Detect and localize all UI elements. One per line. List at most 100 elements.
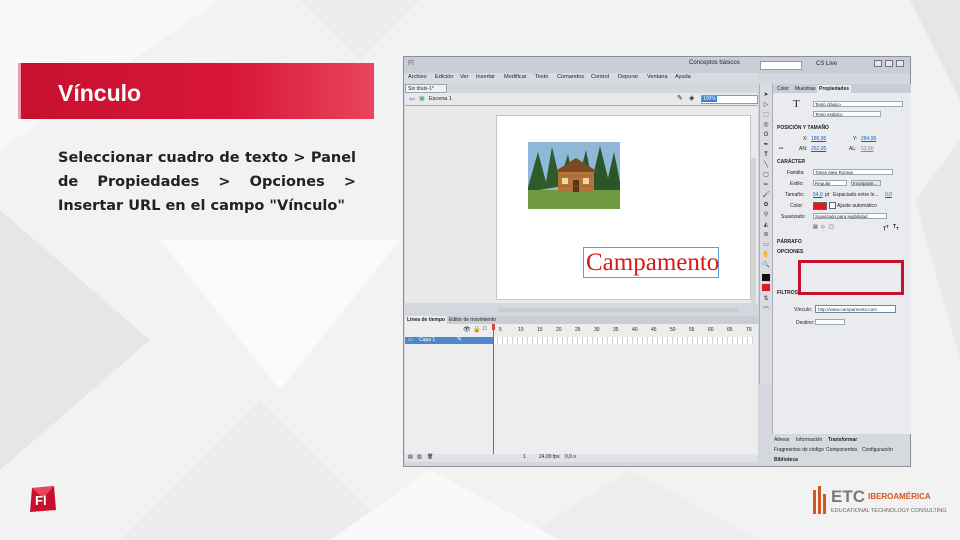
subscript-icon[interactable]: TT (893, 224, 899, 231)
tab-transform[interactable]: Transformar (828, 437, 857, 443)
section-character[interactable]: CARÁCTER (777, 159, 805, 165)
edit-symbol-icon[interactable]: ◈ (689, 94, 694, 102)
target-select[interactable] (815, 319, 845, 325)
selected-text-box[interactable]: Campamento (583, 247, 719, 278)
text-type-select[interactable]: Texto estático (813, 111, 881, 117)
edit-scene-icon[interactable]: ✎ (677, 94, 683, 102)
layer-row[interactable]: ▭ Capa 1 ✎ (405, 337, 493, 344)
zoom-select[interactable]: 100% (701, 95, 758, 104)
eye-icon[interactable]: 👁 (463, 326, 471, 333)
subselection-tool-icon[interactable]: ▷ (762, 102, 770, 109)
tab-motion-editor[interactable]: Editor de movimiento (447, 316, 498, 324)
tab-swatches[interactable]: Muestras (793, 85, 818, 93)
rectangle-tool-icon[interactable]: ▢ (762, 172, 770, 179)
text-tool-icon[interactable]: T (762, 152, 770, 159)
embed-button[interactable]: Incorporar... (851, 180, 881, 186)
zoom-tool-icon[interactable]: 🔍 (762, 262, 770, 269)
section-options[interactable]: OPCIONES (777, 249, 803, 255)
document-tab[interactable]: Sin título-1* (405, 84, 447, 93)
tab-info[interactable]: Información (796, 437, 822, 443)
lock-icon[interactable]: 🔒 (473, 326, 480, 333)
menu-comandos[interactable]: Comandos (557, 74, 584, 80)
stroke-color-swatch[interactable] (762, 274, 770, 281)
text-color-swatch[interactable] (813, 202, 827, 210)
section-paragraph[interactable]: PÁRRAFO (777, 239, 802, 245)
menu-ayuda[interactable]: Ayuda (675, 74, 691, 80)
frames-row[interactable] (493, 337, 753, 344)
selectable-icon[interactable]: ▤ (813, 224, 818, 230)
layer-name: Capa 1 (419, 337, 436, 343)
spacing-label: Espaciado entre le... (833, 192, 879, 198)
panel-tabs: Color Muestras Propiedades (773, 84, 911, 93)
bone-tool-icon[interactable]: ⚲ (762, 212, 770, 219)
eraser-tool-icon[interactable]: ▭ (762, 242, 770, 249)
smoothing-select[interactable]: Suavizado para legibilidad (813, 213, 887, 219)
x-value[interactable]: 186,95 (811, 136, 826, 142)
hand-tool-icon[interactable]: ✋ (762, 252, 770, 259)
spacing-value[interactable]: 0,0 (885, 192, 892, 198)
superscript-icon[interactable]: TT (883, 224, 889, 233)
close-icon[interactable] (896, 60, 904, 67)
pen-tool-icon[interactable]: ✒ (762, 142, 770, 149)
transform-tool-icon[interactable]: ⬚ (762, 112, 770, 119)
auto-adjust-checkbox[interactable] (829, 202, 836, 209)
tab-configuration[interactable]: Configuración (862, 447, 893, 453)
tab-color[interactable]: Color (775, 85, 791, 93)
outline-icon[interactable]: □ (483, 326, 487, 332)
new-folder-icon[interactable]: ▥ (417, 454, 422, 460)
playhead[interactable] (492, 324, 495, 454)
size-value[interactable]: 54,0 (813, 192, 823, 198)
line-tool-icon[interactable]: ╲ (762, 162, 770, 169)
border-icon[interactable]: ▢ (829, 224, 834, 230)
menu-depurar[interactable]: Depurar (618, 74, 638, 80)
tab-properties[interactable]: Propiedades (817, 85, 852, 93)
tab-code-snippets[interactable]: Fragmentos de código (774, 447, 824, 453)
menu-ventana[interactable]: Ventana (647, 74, 668, 80)
minimize-icon[interactable] (874, 60, 882, 67)
text-engine-select[interactable]: Texto clásico (813, 101, 903, 107)
link-url-input[interactable]: http://www.campamento.com (815, 305, 896, 313)
help-search-input[interactable] (760, 61, 802, 70)
pencil-tool-icon[interactable]: ✏ (762, 182, 770, 189)
section-position[interactable]: POSICIÓN Y TAMAÑO (777, 125, 829, 131)
y-value[interactable]: 284,95 (861, 136, 876, 142)
width-value[interactable]: 252,05 (811, 146, 826, 152)
cabin-photo[interactable] (528, 142, 620, 209)
maximize-icon[interactable] (885, 60, 893, 67)
3d-rotation-tool-icon[interactable]: ◎ (762, 122, 770, 129)
workspace-button[interactable]: Conceptos básicos (689, 60, 740, 66)
tab-timeline[interactable]: Línea de tiempo (405, 316, 448, 324)
eyedropper-tool-icon[interactable]: ⊘ (762, 232, 770, 239)
horizontal-scrollbar[interactable] (499, 308, 739, 312)
new-layer-icon[interactable]: ▤ (408, 454, 413, 460)
cs-live-button[interactable]: CS Live (816, 61, 837, 67)
paint-bucket-tool-icon[interactable]: ◭ (762, 222, 770, 229)
font-style-select[interactable]: Regular (813, 180, 847, 186)
selection-tool-icon[interactable]: ➤ (762, 92, 770, 99)
lasso-tool-icon[interactable]: ʘ (762, 132, 770, 139)
swap-colors-icon[interactable]: ⇅ (762, 296, 770, 303)
delete-layer-icon[interactable]: 🗑 (427, 454, 433, 460)
tab-align[interactable]: Alinear (774, 437, 790, 443)
menu-archivo[interactable]: Archivo (408, 74, 427, 80)
menu-texto[interactable]: Texto (535, 74, 548, 80)
section-filters[interactable]: FILTROS (777, 290, 798, 296)
deco-tool-icon[interactable]: ✿ (762, 202, 770, 209)
menu-ver[interactable]: Ver (460, 74, 468, 80)
link-proportions-icon[interactable]: ⚯ (779, 146, 783, 152)
snap-icon[interactable]: ⌒ (762, 308, 770, 315)
menu-insertar[interactable]: Insertar (476, 74, 495, 80)
tab-components[interactable]: Componentes (826, 447, 857, 453)
fill-color-swatch[interactable] (762, 284, 770, 291)
html-render-icon[interactable]: ◇ (821, 224, 825, 230)
brush-tool-icon[interactable]: 🖌 (762, 192, 770, 199)
stage[interactable]: Campamento (496, 115, 751, 300)
menu-control[interactable]: Control (591, 74, 609, 80)
back-arrow-icon[interactable]: ⇦ (409, 95, 415, 103)
menu-modificar[interactable]: Modificar (504, 74, 527, 80)
tab-library[interactable]: Biblioteca (774, 457, 798, 463)
ruler-tick: 30 (594, 327, 600, 333)
frame-rate[interactable]: 24,00 fps (539, 454, 560, 460)
menu-edicion[interactable]: Edición (435, 74, 453, 80)
font-family-select[interactable]: Times New Roman (813, 169, 893, 175)
